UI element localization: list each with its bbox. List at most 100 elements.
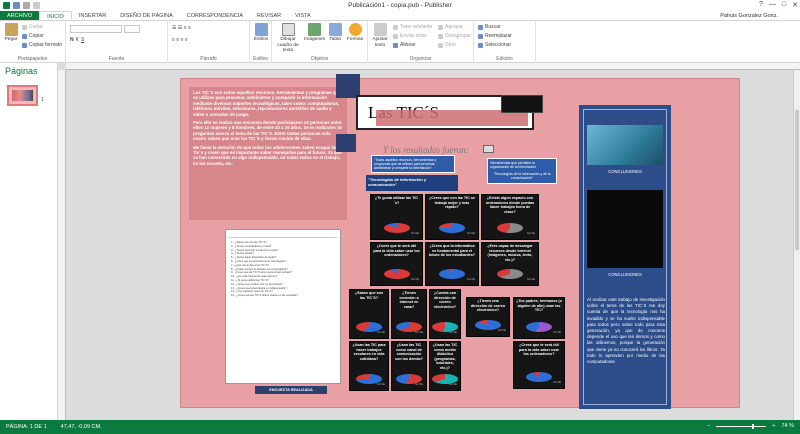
paste-button[interactable]: Pegar <box>1 23 21 43</box>
bold-button[interactable]: N K S <box>70 37 84 43</box>
minimize-button[interactable]: — <box>769 1 776 9</box>
pie-legend: Sí / No <box>449 331 457 334</box>
align-objects-button[interactable]: Alinear <box>393 42 416 48</box>
group-objects: Dibujar cuadro de texto Imágenes Tabla F… <box>272 21 368 63</box>
chart-card[interactable]: ¿Te gusta utilizar las TIC´s? Sí / No <box>370 194 423 240</box>
chart-card[interactable]: ¿Crees que la informática es fundamental… <box>425 242 479 286</box>
conclusions-label-2: CONCLUSIONES <box>608 272 642 277</box>
chart-card-question: ¿Crees que con las TIC se trabaja mejor … <box>429 196 475 210</box>
ungroup-button[interactable]: Desagrupar <box>438 33 471 39</box>
wrap-text-button[interactable]: Ajustar texto <box>370 23 390 48</box>
group-button[interactable]: Agrupar <box>438 24 463 30</box>
chart-card-question: ¿Crees que te será útil para la vida sab… <box>373 244 420 258</box>
help-button[interactable]: ? <box>759 1 763 9</box>
chart-card-question: ¿Tienes conexión a internet en casa? <box>399 291 419 309</box>
format-painter-label: Copiar formato <box>29 42 63 48</box>
images-icon <box>307 23 321 36</box>
vertical-scrollbar[interactable] <box>793 70 800 420</box>
zoom-out-button[interactable]: − <box>707 423 710 429</box>
zoom-slider-knob[interactable] <box>751 423 754 429</box>
chart-card[interactable]: ¿Tus padres, hermanos (o alguien de afín… <box>513 297 565 339</box>
tab-inicio[interactable]: INICIO <box>39 11 72 20</box>
tech-tree-illustration[interactable] <box>587 190 663 268</box>
group-editing: Buscar Reemplazar Seleccionar Edición <box>474 21 536 63</box>
chart-card[interactable]: ¿Crees que te será útil para la vida sab… <box>370 242 423 286</box>
zoom-in-button[interactable]: + <box>772 423 775 429</box>
survey-document[interactable]: 1.- ¿Sabes que son las TIC´S? 2.- ¿Tienes… <box>225 229 341 384</box>
maximize-button[interactable]: □ <box>782 1 786 9</box>
window-title: Publicación1 - copia.pub - Publisher <box>348 2 452 9</box>
chart-card[interactable]: ¿Existe algún espacio con ordenadores do… <box>481 194 539 240</box>
conclusions-panel[interactable]: CONCLUSIONES CONCLUSIONES Al realizar es… <box>579 105 671 409</box>
status-page[interactable]: PÁGINA: 1 DE 1 <box>6 424 47 430</box>
title-tech-image[interactable] <box>501 95 543 113</box>
tab-archivo[interactable]: ARCHIVO <box>0 11 40 20</box>
chart-card[interactable]: ¿Usan las TIC para hacer trabajos escola… <box>349 341 389 391</box>
chart-card[interactable]: ¿Crees que con las TIC se trabaja mejor … <box>425 194 479 240</box>
styles-button[interactable]: Estilos <box>251 23 271 43</box>
tab-revisar[interactable]: REVISAR <box>250 11 288 20</box>
format-painter-icon <box>22 42 27 48</box>
pie-chart <box>383 269 410 279</box>
chart-card[interactable]: ¿Crees que te será útil para la vida sab… <box>513 341 565 389</box>
tab-correspondencia[interactable]: CORRESPONDENCIA <box>180 11 250 20</box>
images-button[interactable]: Imágenes <box>304 23 325 43</box>
pie-legend: Sí / No <box>411 278 419 281</box>
shapes-button[interactable]: Formas <box>345 23 365 43</box>
chart-card[interactable]: ¿Tienes conexión a internet en casa? Sí /… <box>391 289 427 339</box>
table-button[interactable]: Tabla <box>325 23 345 43</box>
font-size-box[interactable] <box>124 25 140 33</box>
horizontal-ruler[interactable] <box>66 63 800 70</box>
conclusions-photo[interactable] <box>587 125 663 165</box>
chart-card[interactable]: ¿Sabes que son las TIC´S? Sí / No <box>349 289 389 339</box>
paste-label: Pegar <box>4 37 18 42</box>
conclusions-text: Al realizar este trabajo de investigació… <box>587 297 665 365</box>
format-painter-button[interactable]: Copiar formato <box>22 42 62 48</box>
align-button[interactable]: ≡ ≡ ≡ ≡ <box>172 37 188 43</box>
publication-page[interactable]: Las TIC´S son todos aquellos recursos, h… <box>180 74 740 409</box>
tab-insertar[interactable]: INSERTAR <box>72 11 113 20</box>
zoom-slider[interactable] <box>716 423 767 429</box>
note-tic-definition[interactable]: Herramientas que permiten la organizació… <box>487 158 557 184</box>
survey-question: 15.- ¿Crees que las TIC´S deben usarse e… <box>231 294 298 298</box>
chart-card[interactable]: ¿Tienes una dirección de correo electrón… <box>466 297 510 337</box>
pie-legend: Sí / No <box>415 383 423 386</box>
scrollbar-thumb[interactable] <box>795 110 799 250</box>
send-back-button[interactable]: Enviar atrás <box>393 33 427 39</box>
replace-button[interactable]: Reemplazar <box>478 33 512 39</box>
vertical-ruler[interactable] <box>58 70 66 420</box>
pie-legend: Sí / No <box>415 331 423 334</box>
user-account[interactable]: Pahuis Gonzalez Gonz. <box>720 11 778 21</box>
ungroup-icon <box>438 33 443 39</box>
bullets-button[interactable]: ☰ ☰ ≡ ≡ <box>172 25 191 31</box>
pie-legend: Sí / No <box>498 329 506 332</box>
chart-card[interactable]: ¿Cuenta con dirección de correo electrón… <box>429 289 461 339</box>
chart-card[interactable]: ¿Usan las TIC como canal de comunicación… <box>391 341 427 391</box>
rotate-button[interactable]: Girar <box>438 42 456 48</box>
tab-vista[interactable]: VISTA <box>288 11 318 20</box>
tab-diseno-de-pagina[interactable]: DISEÑO DE PÁGINA <box>113 11 180 20</box>
select-button[interactable]: Seleccionar <box>478 42 511 48</box>
pie-chart <box>526 322 552 332</box>
pie-legend: Sí / No <box>527 232 535 235</box>
chart-card-question: ¿Tus padres, hermanos (o alguien de afín… <box>516 299 562 313</box>
styles-label: Estilos <box>253 37 269 42</box>
page-thumbnail[interactable] <box>7 85 38 106</box>
find-button[interactable]: Buscar <box>478 24 501 30</box>
note-tools[interactable]: "Todos aquellos recursos, herramientas y… <box>371 155 455 173</box>
font-name-box[interactable] <box>70 25 122 33</box>
chart-card[interactable]: ¿Eres capaz de descargar recursos desde … <box>481 242 539 286</box>
intro-textbox[interactable]: Las TIC´S son todos aquellos recursos, h… <box>189 87 347 220</box>
note-tic[interactable]: "Tecnologías de información y comunicaci… <box>366 175 458 191</box>
computer-icon <box>483 145 494 153</box>
close-button[interactable]: ✕ <box>792 1 798 9</box>
pie-legend: Sí / No <box>449 383 457 386</box>
draw-textbox-button[interactable]: Dibujar cuadro de texto <box>275 23 301 54</box>
cut-button[interactable]: Cortar <box>22 24 43 30</box>
bring-forward-button[interactable]: Traer adelante <box>393 24 432 30</box>
chart-card[interactable]: ¿Usan las TIC como medio didáctico (prog… <box>429 341 461 391</box>
paste-icon <box>4 23 18 36</box>
copy-button[interactable]: Copiar <box>22 33 44 39</box>
zoom-level[interactable]: 74 % <box>781 423 794 429</box>
chart-card-question: ¿Tienes una dirección de correo electrón… <box>470 299 506 313</box>
